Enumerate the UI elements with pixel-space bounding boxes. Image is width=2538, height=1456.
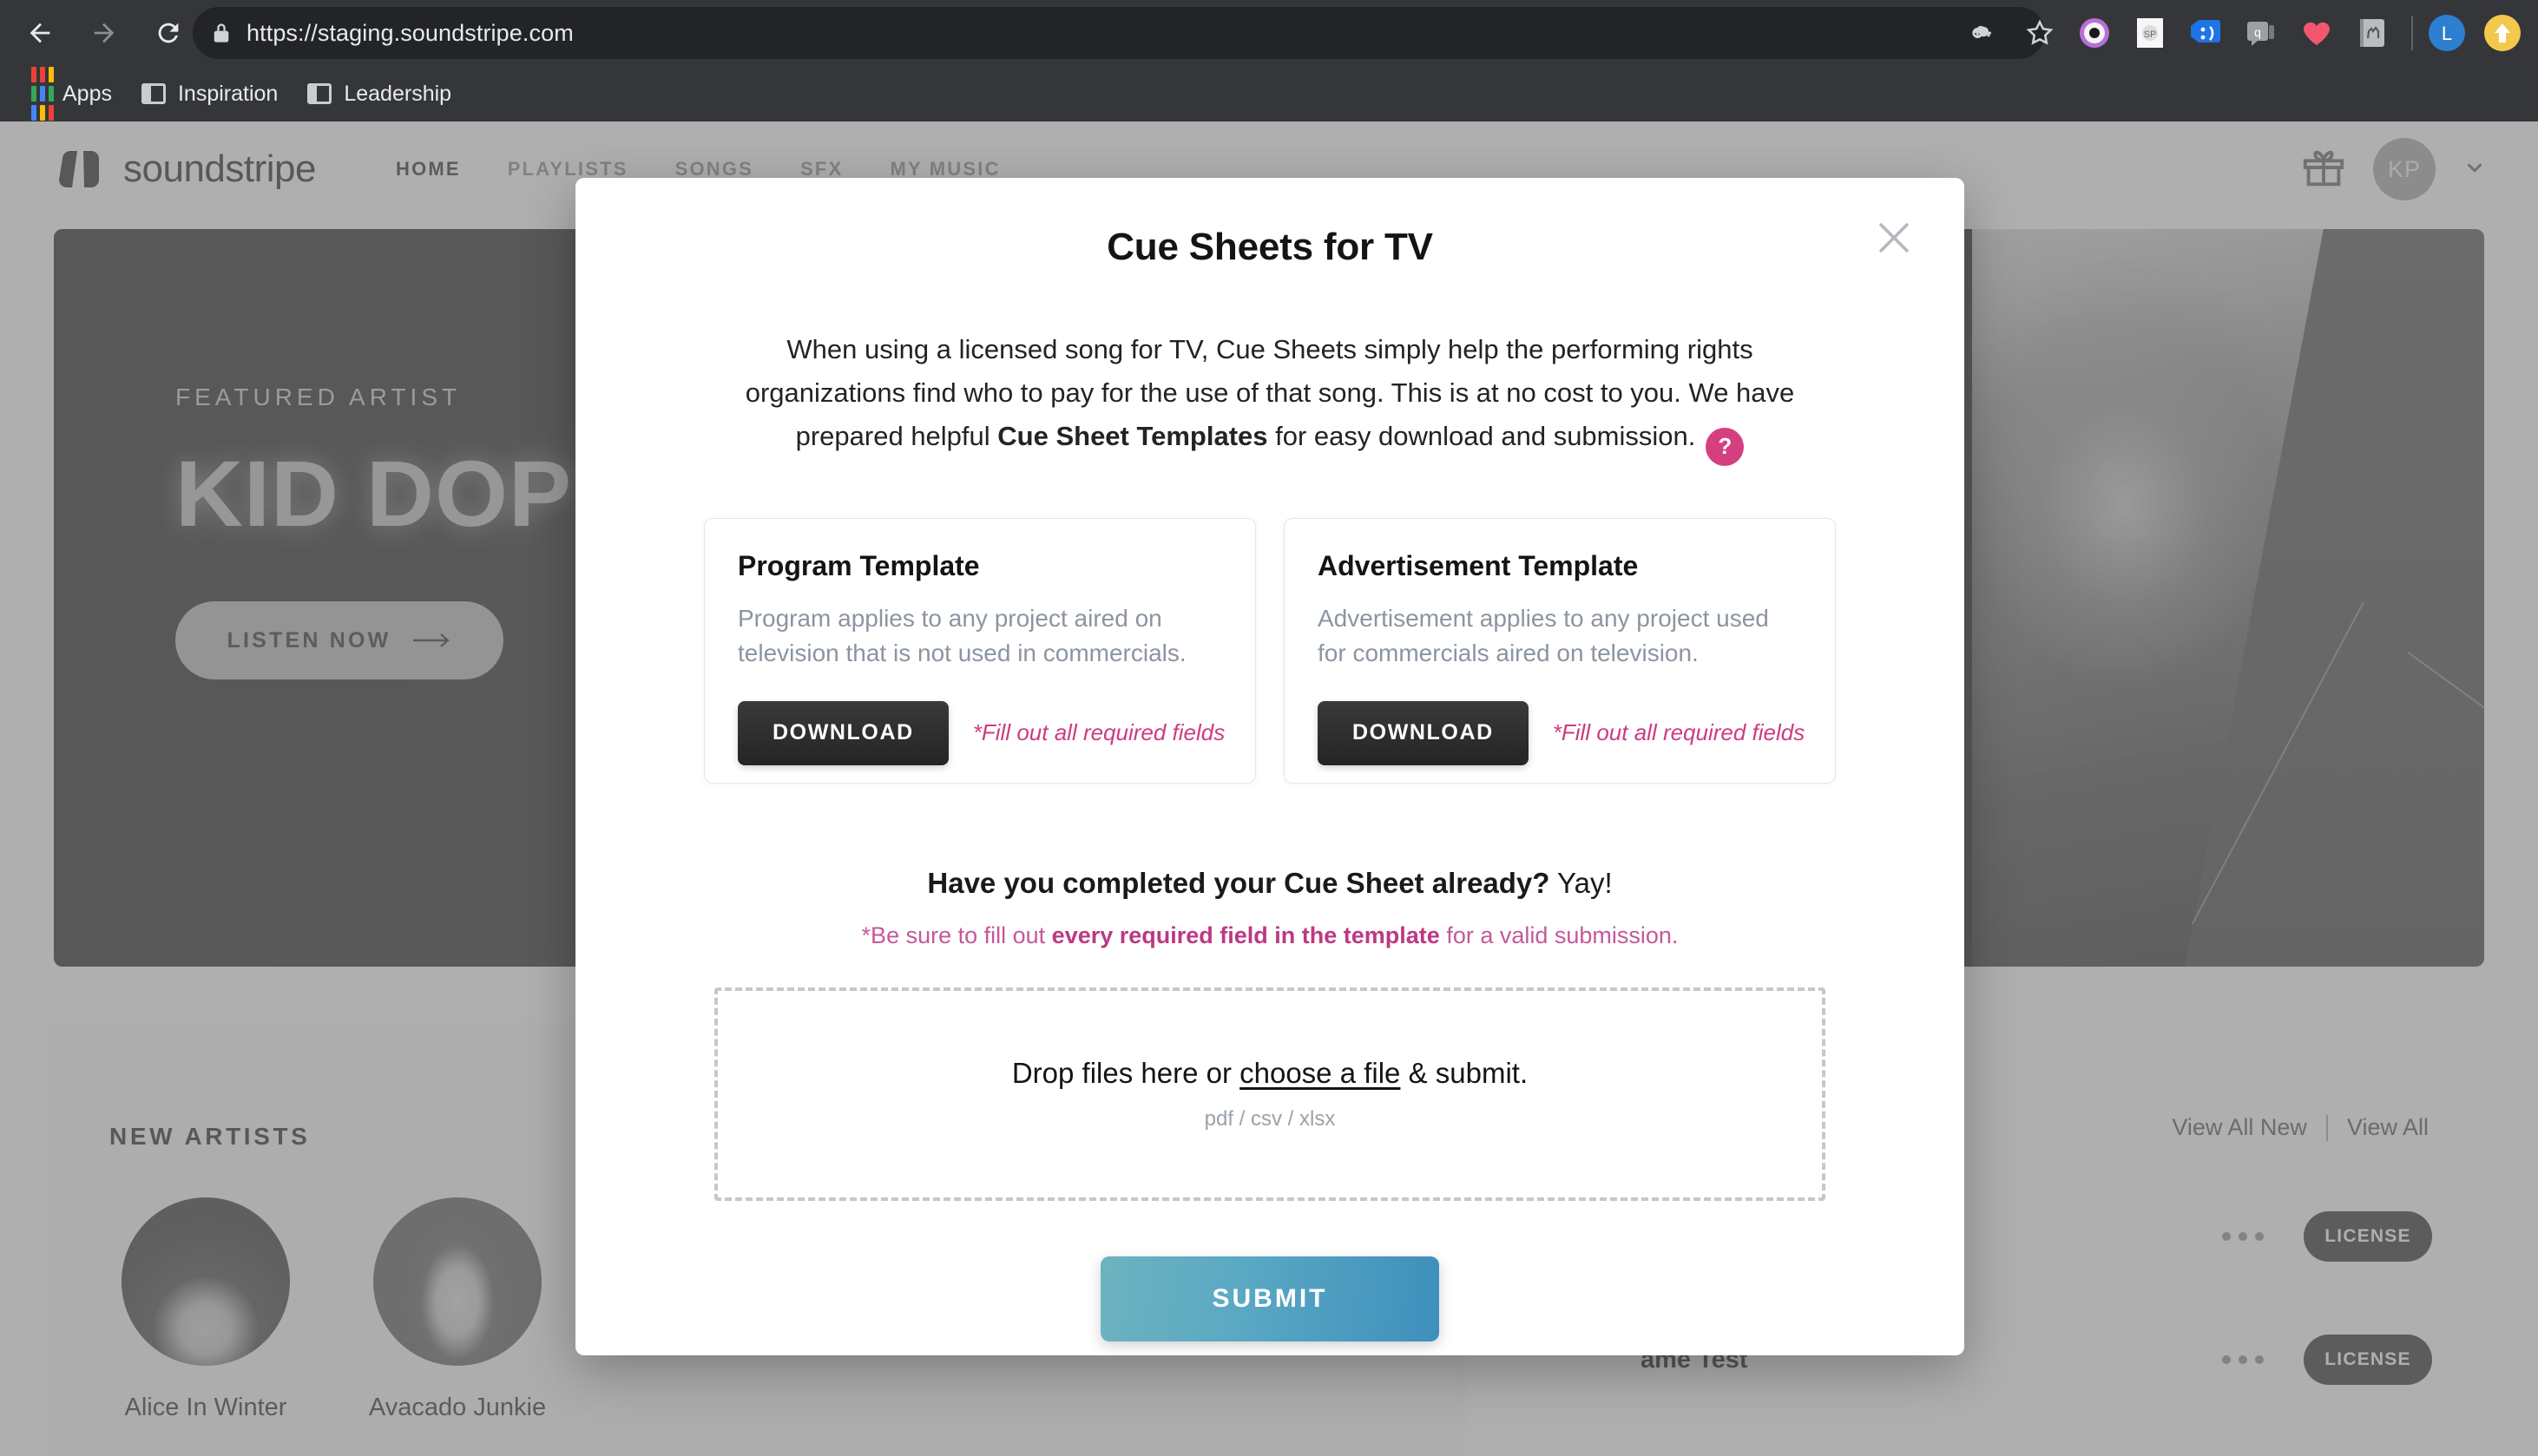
submit-button[interactable]: SUBMIT [1101,1256,1439,1341]
choose-a-file-link[interactable]: choose a file [1239,1057,1400,1089]
circle-eye-extension-icon[interactable] [2074,13,2114,53]
dropzone-instruction: Drop files here or choose a file & submi… [1012,1057,1528,1090]
folder-icon [307,83,332,104]
dropzone-pre: Drop files here or [1011,1056,1240,1089]
program-download-button[interactable]: DOWNLOAD [738,700,949,765]
close-icon[interactable] [1862,206,1926,270]
modal-intro-text: When using a licensed song for TV, Cue S… [719,328,1821,466]
bookmark-inspiration[interactable]: Inspiration [129,71,290,116]
address-bar-url: https://staging.soundstripe.com [247,19,574,46]
file-dropzone[interactable]: Drop files here or choose a file & submi… [714,987,1825,1201]
bookmark-label: Apps [62,81,112,106]
svg-text:SP: SP [2144,30,2157,40]
completed-prompt-bold: Have you completed your Cue Sheet alread… [927,866,1550,899]
modal-title: Cue Sheets for TV [1107,226,1433,268]
help-icon[interactable]: ? [1706,427,1745,466]
svg-text:L: L [2442,23,2452,44]
submit-row: SUBMIT [575,1256,1964,1341]
toolbar-right-group: SP q L [1960,0,2538,66]
required-note-pre: *Be sure to fill out [861,921,1052,948]
address-bar[interactable]: https://staging.soundstripe.com [193,7,2045,59]
bookmark-leadership[interactable]: Leadership [295,71,464,116]
advertisement-download-button[interactable]: DOWNLOAD [1318,700,1529,765]
completed-prompt: Have you completed your Cue Sheet alread… [575,867,1964,900]
back-arrow-icon[interactable] [16,9,64,57]
svg-text:q: q [2254,25,2261,39]
update-avatar-icon[interactable] [2482,13,2522,53]
camel-extension-icon[interactable] [2352,13,2392,53]
intro-part2: for easy download and submission. [1267,421,1696,452]
toolbar-divider [2411,16,2413,50]
tag-face-extension-icon[interactable] [2186,13,2226,53]
template-description: Program applies to any project aired on … [738,604,1187,667]
required-field-note: *Be sure to fill out every required fiel… [575,922,1964,949]
folder-icon [141,83,166,104]
browser-toolbar: https://staging.soundstripe.com SP q L [0,0,2538,66]
profile-avatar-l[interactable]: L [2427,13,2467,53]
required-note-post: for a valid submission. [1439,921,1679,948]
intro-bold-templates: Cue Sheet Templates [997,421,1268,452]
bookmarks-bar: Apps Inspiration Leadership [0,66,2538,121]
template-title: Advertisement Template [1318,549,1639,581]
reload-icon[interactable] [144,9,193,57]
cue-sheets-modal: Cue Sheets for TV When using a licensed … [575,178,1964,1355]
heart-extension-icon[interactable] [2297,13,2337,53]
completed-prompt-rest: Yay! [1549,866,1613,899]
template-cards-row: Program Template Program applies to any … [575,517,1964,784]
quip-extension-icon[interactable]: q [2241,13,2281,53]
template-actions: DOWNLOAD *Fill out all required fields [1318,700,1805,765]
dropzone-formats: pdf / csv / xlsx [1204,1106,1336,1131]
template-actions: DOWNLOAD *Fill out all required fields [738,700,1226,765]
key-icon[interactable] [1960,10,2005,56]
template-description: Advertisement applies to any project use… [1318,604,1769,667]
sp-extension-icon[interactable]: SP [2130,13,2170,53]
program-required-note: *Fill out all required fields [972,719,1226,746]
star-icon[interactable] [2017,10,2062,56]
bookmark-label: Inspiration [177,81,279,106]
dropzone-post: & submit. [1400,1056,1529,1089]
lock-icon [212,22,231,44]
program-template-card: Program Template Program applies to any … [704,517,1256,784]
bookmark-label: Leadership [344,81,452,106]
apps-grid-icon [31,67,54,121]
forward-arrow-icon[interactable] [80,9,128,57]
template-title: Program Template [738,549,980,581]
required-note-bold: every required field in the template [1051,921,1440,948]
browser-chrome: https://staging.soundstripe.com SP q L A… [0,0,2538,121]
advertisement-required-note: *Fill out all required fields [1552,719,1805,746]
bookmark-apps[interactable]: Apps [19,67,124,121]
advertisement-template-card: Advertisement Template Advertisement app… [1284,517,1836,784]
